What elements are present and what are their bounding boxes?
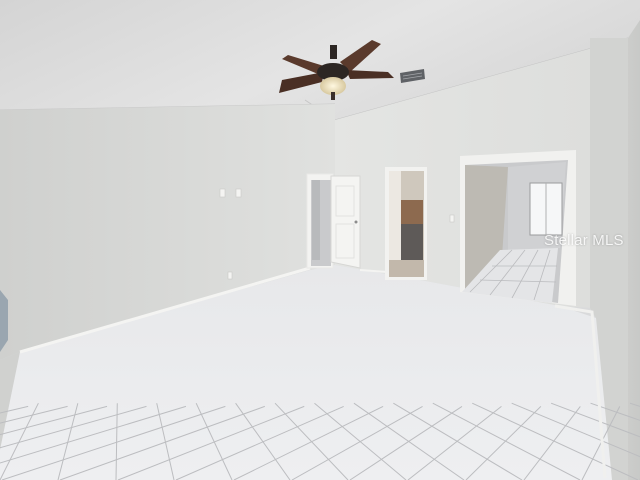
watermark-text: Stellar MLS: [544, 232, 624, 249]
bathroom-doorway[interactable]: [385, 167, 427, 280]
wall-thermostat: [449, 214, 455, 223]
outlet-icon: [227, 271, 233, 280]
hall-doorway[interactable]: [460, 150, 576, 306]
open-door[interactable]: [330, 175, 361, 269]
closet-doorway[interactable]: [306, 173, 334, 269]
